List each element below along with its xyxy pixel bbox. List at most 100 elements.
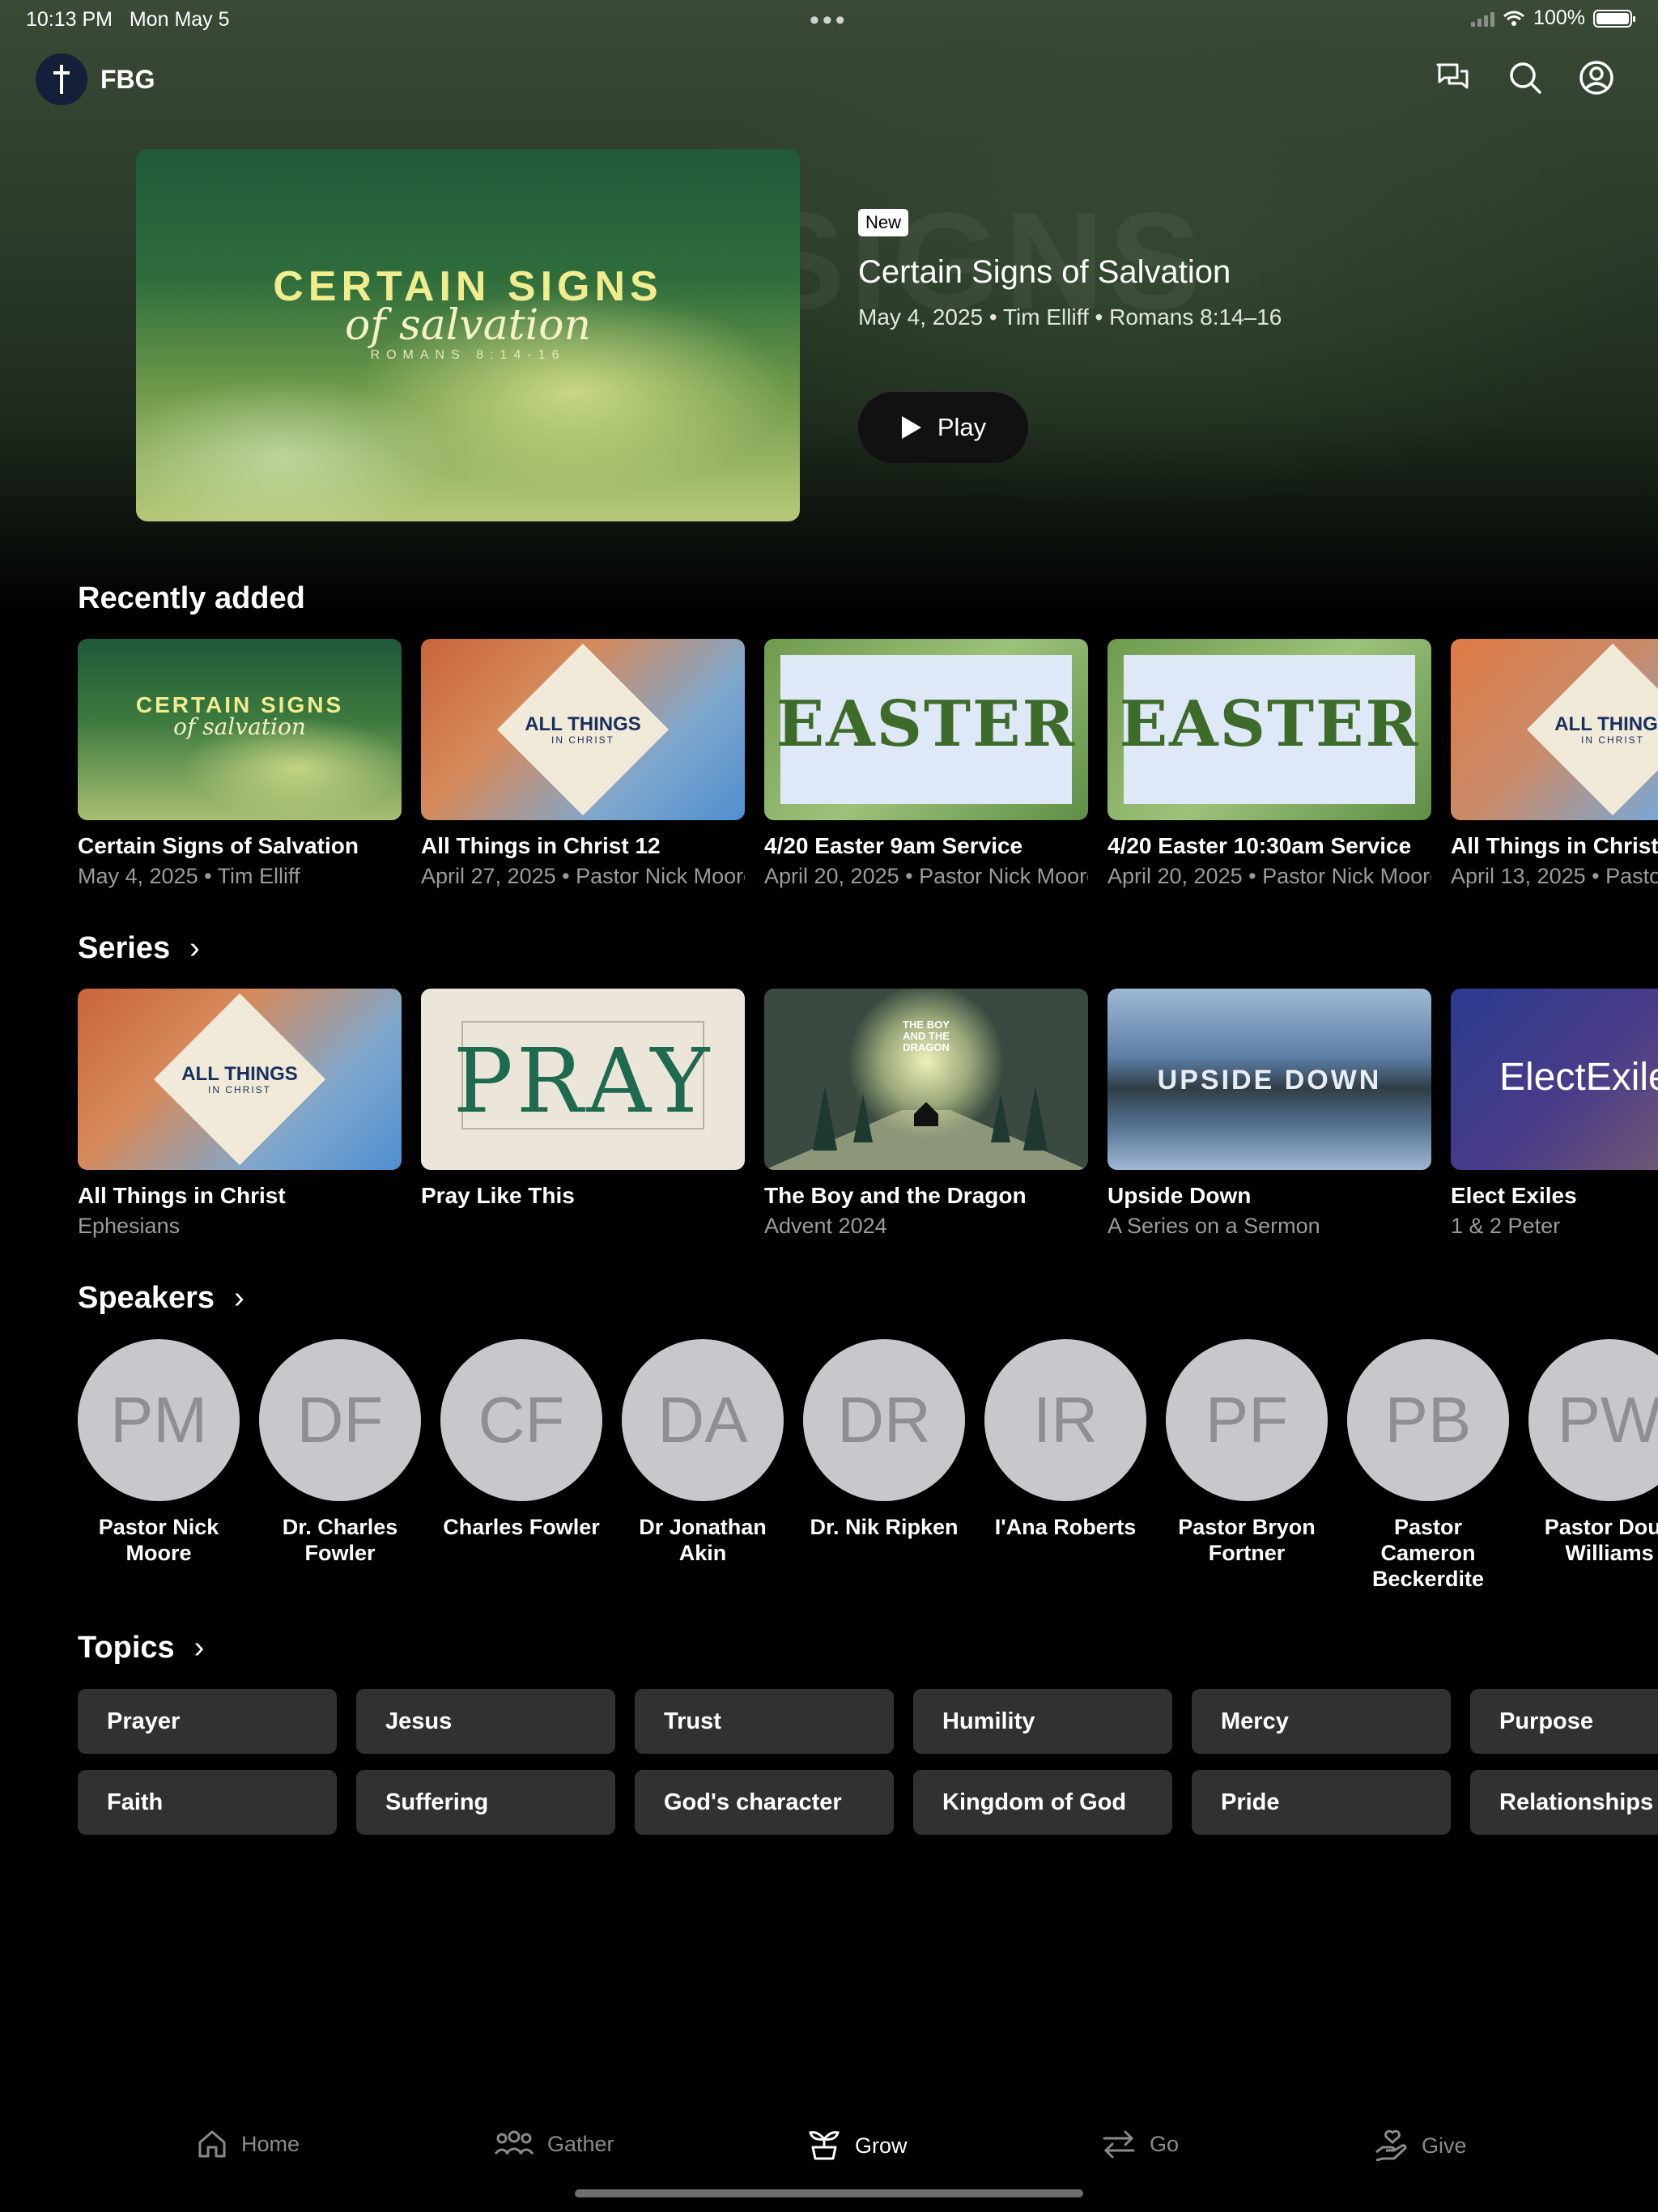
thumb-art-text: ElectExiles [1499, 1056, 1658, 1099]
tab-gather[interactable]: Gather [494, 2128, 614, 2160]
cross-icon [53, 65, 70, 94]
tab-label: Home [241, 2131, 300, 2156]
speaker-item[interactable]: CF Charles Fowler [440, 1339, 602, 1540]
thumb-art-text: THE BOY AND THE DRAGON [903, 1019, 950, 1053]
speaker-item[interactable]: DR Dr. Nik Ripken [803, 1339, 965, 1540]
thumb-art-text: IN CHRIST [551, 734, 614, 746]
topic-chip[interactable]: Kingdom of God [913, 1770, 1172, 1835]
topic-chip[interactable]: God's character [635, 1770, 894, 1835]
chevron-right-icon: › [189, 931, 200, 965]
tab-grow[interactable]: Grow [806, 2128, 908, 2163]
speaker-item[interactable]: DA Dr Jonathan Akin [622, 1339, 784, 1566]
avatar: DR [803, 1339, 965, 1501]
topic-chip[interactable]: Purpose [1470, 1689, 1658, 1754]
series-card[interactable]: ElectExiles Elect Exiles 1 & 2 Peter [1451, 989, 1658, 1239]
avatar: PW [1528, 1339, 1658, 1501]
arrows-icon [1103, 2130, 1135, 2159]
recent-card[interactable]: EASTER 4/20 Easter 10:30am Service April… [1107, 639, 1431, 889]
thumb-art-text: ALL THINGS [181, 1063, 298, 1085]
recent-card[interactable]: ALL THINGS IN CHRIST All Things in Chris… [1451, 639, 1658, 889]
avatar: IR [984, 1339, 1146, 1501]
battery-icon [1593, 9, 1635, 28]
chat-icon[interactable] [1433, 58, 1472, 97]
church-logo[interactable] [36, 53, 87, 105]
avatar: DA [622, 1339, 784, 1501]
topic-chip[interactable]: Faith [78, 1770, 337, 1835]
series-heading[interactable]: Series › [78, 931, 200, 966]
speaker-item[interactable]: PF Pastor Bryon Fortner [1166, 1339, 1328, 1566]
tab-go[interactable]: Go [1101, 2128, 1179, 2160]
topic-chip[interactable]: Humility [913, 1689, 1172, 1754]
topic-chip[interactable]: Prayer [78, 1689, 337, 1754]
series-card[interactable]: UPSIDE DOWN Upside Down A Series on a Se… [1107, 989, 1431, 1239]
recent-thumbnail: EASTER [1107, 639, 1431, 820]
multitasking-dots[interactable]: ••• [810, 5, 848, 36]
thumb-art-text: EASTER [776, 687, 1077, 761]
card-title: Elect Exiles [1451, 1183, 1577, 1208]
speaker-name: Dr. Charles Fowler [282, 1515, 398, 1565]
home-indicator[interactable] [575, 2189, 1083, 2197]
hero-artwork[interactable]: CERTAIN SIGNS of salvation ROMANS 8:14-1… [136, 149, 800, 521]
speaker-item[interactable]: PB Pastor Cameron Beckerdite [1347, 1339, 1509, 1592]
card-subtitle: April 13, 2025 • Pastor Nick Moore [1451, 864, 1658, 888]
card-title: Upside Down [1107, 1183, 1252, 1208]
profile-icon[interactable] [1577, 58, 1616, 97]
series-card[interactable]: ALL THINGS IN CHRIST All Things in Chris… [78, 989, 402, 1239]
play-label: Play [937, 413, 987, 441]
recent-thumbnail: CERTAIN SIGNS of salvation [78, 639, 402, 820]
speaker-item[interactable]: IR I'Ana Roberts [984, 1339, 1146, 1540]
thumb-art-text: ALL THINGS [1554, 713, 1658, 735]
card-title: Certain Signs of Salvation [78, 833, 359, 858]
series-card[interactable]: THE BOY AND THE DRAGON The Boy and the D… [764, 989, 1088, 1239]
speaker-item[interactable]: PM Pastor Nick Moore [78, 1339, 240, 1566]
thumb-art-text: ALL THINGS [525, 713, 641, 735]
card-title: All Things in Christ [78, 1183, 286, 1208]
card-title: 4/20 Easter 9am Service [764, 833, 1023, 858]
recent-card[interactable]: CERTAIN SIGNS of salvation Certain Signs… [78, 639, 402, 889]
topic-chip[interactable]: Trust [635, 1689, 894, 1754]
card-title: The Boy and the Dragon [764, 1183, 1027, 1208]
topic-chip[interactable]: Mercy [1192, 1689, 1451, 1754]
series-thumbnail: ElectExiles [1451, 989, 1658, 1170]
topic-chip[interactable]: Pride [1192, 1770, 1451, 1835]
series-card[interactable]: PRAY Pray Like This [421, 989, 745, 1214]
status-right: 100% [1471, 6, 1635, 30]
tab-give[interactable]: Give [1373, 2128, 1467, 2163]
thumb-art-text: IN CHRIST [1581, 734, 1644, 746]
topics-heading[interactable]: Topics › [78, 1631, 204, 1665]
speaker-item[interactable]: DF Dr. Charles Fowler [259, 1339, 421, 1566]
avatar: DF [259, 1339, 421, 1501]
thumb-art-text: IN CHRIST [208, 1084, 271, 1095]
card-subtitle: April 27, 2025 • Pastor Nick Moore [421, 864, 745, 888]
battery-percent: 100% [1533, 6, 1585, 29]
recent-card[interactable]: ALL THINGS IN CHRIST All Things in Chris… [421, 639, 745, 889]
topic-chip[interactable]: Jesus [356, 1689, 615, 1754]
card-subtitle: A Series on a Sermon [1107, 1214, 1320, 1238]
tab-home[interactable]: Home [196, 2128, 300, 2160]
series-thumbnail: UPSIDE DOWN [1107, 989, 1431, 1170]
card-title: 4/20 Easter 10:30am Service [1107, 833, 1412, 858]
recently-added-heading: Recently added [78, 581, 305, 615]
card-subtitle: Ephesians [78, 1214, 181, 1238]
people-icon [494, 2130, 534, 2155]
home-icon [198, 2130, 226, 2158]
new-badge: New [858, 209, 909, 236]
brand-name[interactable]: FBG [100, 65, 155, 95]
dragon-art [764, 1086, 1088, 1170]
card-subtitle: Advent 2024 [764, 1214, 887, 1238]
card-subtitle: May 4, 2025 • Tim Elliff [78, 864, 300, 888]
play-button[interactable]: Play [858, 392, 1028, 463]
speaker-clip: PW Pastor Doug Williams [1528, 1339, 1658, 1614]
recent-card[interactable]: EASTER 4/20 Easter 9am Service April 20,… [764, 639, 1088, 889]
card-title: Pray Like This [421, 1183, 575, 1208]
topic-chip[interactable]: Suffering [356, 1770, 615, 1835]
search-icon[interactable] [1506, 58, 1545, 97]
recent-thumbnail: EASTER [764, 639, 1088, 820]
avatar: PM [78, 1339, 240, 1501]
topic-chip[interactable]: Relationships [1470, 1770, 1658, 1835]
card-subtitle: April 20, 2025 • Pastor Nick Moore [1107, 864, 1431, 888]
speakers-heading[interactable]: Speakers › [78, 1281, 244, 1316]
avatar: PB [1347, 1339, 1509, 1501]
speaker-item[interactable]: PW Pastor Doug Williams [1528, 1339, 1658, 1566]
hand-heart-icon [1375, 2129, 1407, 2162]
